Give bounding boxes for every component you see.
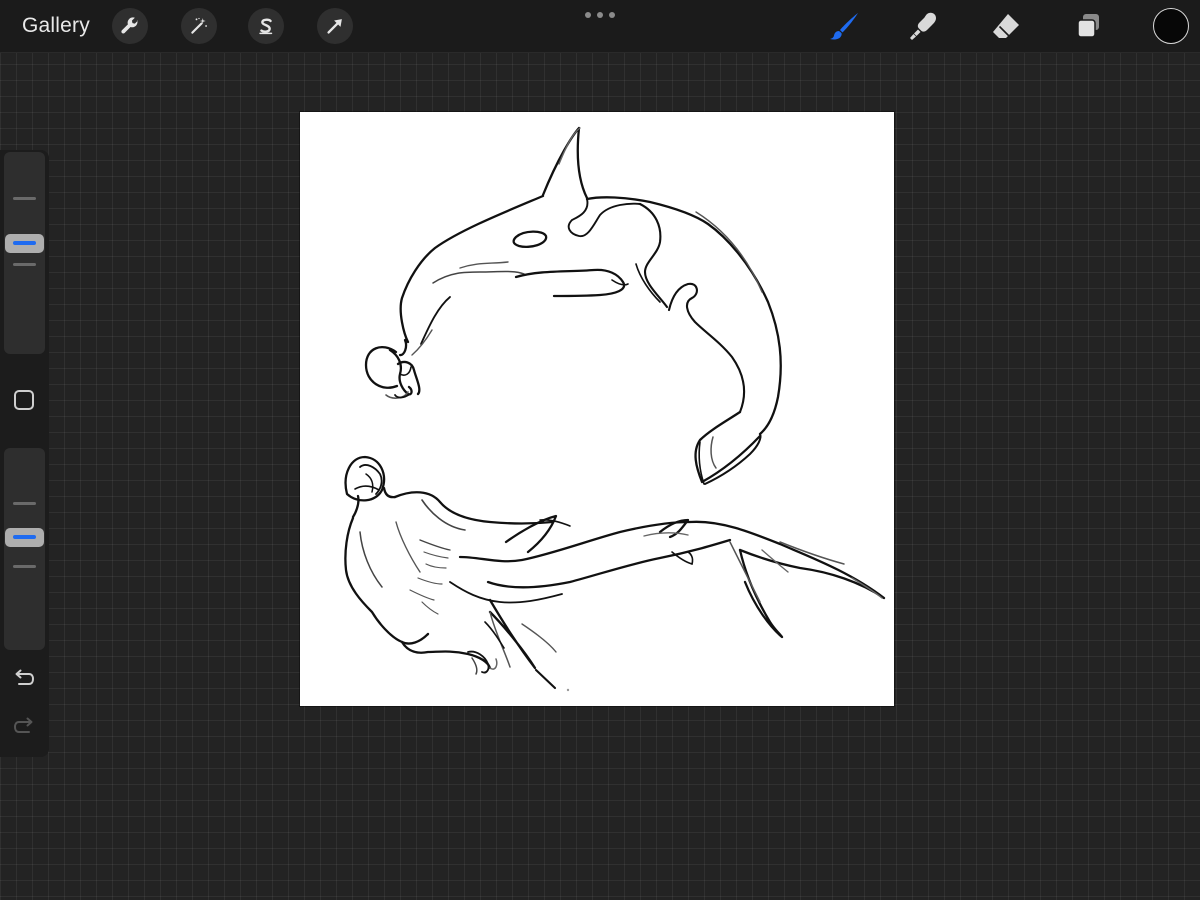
sketch-drawing <box>344 126 886 692</box>
orca-eyepatch <box>512 230 548 248</box>
drawing-canvas[interactable] <box>300 112 894 706</box>
orca-body <box>585 196 782 436</box>
orca-dorsal-fin <box>541 126 589 200</box>
shark-torso <box>344 516 430 645</box>
brush-icon <box>830 13 858 40</box>
modify-button[interactable] <box>14 390 34 410</box>
slider-tick <box>13 565 36 568</box>
undo-icon <box>15 669 35 685</box>
layers-button[interactable] <box>1069 7 1107 45</box>
transform-button[interactable] <box>317 8 353 44</box>
orca-head <box>364 346 399 389</box>
top-toolbar: Gallery <box>0 0 1200 53</box>
brush-button[interactable] <box>825 7 863 45</box>
orca-flipper <box>514 268 626 298</box>
eraser-icon <box>993 14 1019 39</box>
brush-size-thumb[interactable] <box>5 234 44 253</box>
dot <box>597 12 603 18</box>
brush-size-slider[interactable] <box>4 152 45 354</box>
slider-tick <box>13 197 36 200</box>
selection-s-icon <box>259 18 273 35</box>
dot <box>609 12 615 18</box>
shark-head <box>344 455 386 502</box>
dot <box>585 12 591 18</box>
opacity-thumb[interactable] <box>5 528 44 547</box>
undo-button[interactable] <box>10 666 38 690</box>
shark-tail <box>688 520 886 600</box>
gallery-button[interactable]: Gallery <box>22 14 90 38</box>
color-picker-button[interactable] <box>1153 8 1189 44</box>
slider-tick <box>13 263 36 266</box>
shark-back <box>393 491 554 525</box>
ellipsis-icon[interactable] <box>585 9 615 21</box>
left-sidebar <box>0 150 49 757</box>
shark-body <box>458 520 692 563</box>
wrench-icon <box>121 17 138 34</box>
arrow-cursor-icon <box>327 19 342 34</box>
smudge-button[interactable] <box>905 7 943 45</box>
opacity-slider[interactable] <box>4 448 45 650</box>
shark-arm <box>400 640 492 670</box>
actions-button[interactable] <box>112 8 148 44</box>
redo-button[interactable] <box>10 714 38 738</box>
adjustments-button[interactable] <box>181 8 217 44</box>
orca-back <box>399 194 545 344</box>
smudge-icon <box>910 12 936 40</box>
magic-wand-icon <box>191 17 207 34</box>
layers-icon <box>1077 14 1099 38</box>
eraser-button[interactable] <box>987 7 1025 45</box>
redo-icon <box>13 717 33 733</box>
selection-button[interactable] <box>248 8 284 44</box>
slider-tick <box>13 502 36 505</box>
